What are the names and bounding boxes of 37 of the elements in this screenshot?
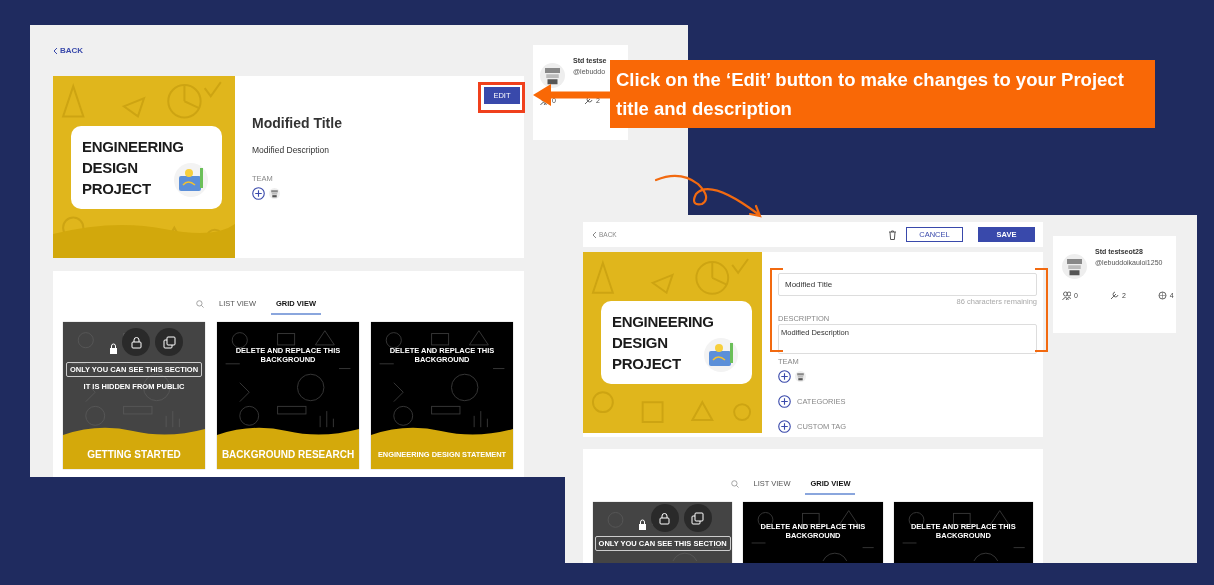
lock-button[interactable] — [122, 328, 150, 356]
title-field[interactable]: Modified Title — [778, 273, 1037, 296]
project-description: Modified Description — [252, 145, 330, 155]
lock-icon — [658, 511, 672, 525]
avatar-icon — [540, 63, 565, 88]
card-title: BACKGROUND RESEARCH — [221, 449, 355, 460]
copy-icon — [162, 335, 176, 349]
wrench-icon — [1109, 291, 1119, 300]
lock-icon — [637, 518, 647, 530]
avatar-icon — [269, 188, 280, 199]
blueprint-icon — [704, 338, 738, 372]
copy-icon — [691, 511, 705, 525]
card-title: GETTING STARTED — [87, 449, 181, 460]
people-icon — [1062, 291, 1071, 300]
globe-icon — [1157, 291, 1167, 300]
lock-icon — [129, 335, 143, 349]
add-icon[interactable] — [778, 370, 791, 383]
add-icon[interactable] — [252, 187, 265, 200]
trash-icon[interactable] — [888, 229, 897, 240]
chevron-icon — [53, 46, 58, 55]
chevron-icon — [592, 230, 597, 239]
copy-button[interactable] — [155, 328, 183, 356]
add-icon[interactable] — [778, 395, 791, 408]
wrench-icon — [583, 96, 593, 105]
lock-icon — [109, 342, 118, 354]
avatar-icon — [1062, 254, 1087, 279]
avatar-icon — [795, 371, 806, 382]
cover-title: ENGINEERING DESIGN PROJECT — [81, 136, 184, 199]
blueprint-icon — [174, 162, 208, 197]
lock-button[interactable] — [650, 504, 679, 532]
cover-title: ENGINEERING DESIGN PROJECT — [611, 312, 714, 374]
callout-text: Click on the ‘Edit’ button to make changes to your Project title and description — [610, 60, 1155, 128]
back-link[interactable]: BACK — [53, 46, 84, 55]
add-icon[interactable] — [778, 420, 791, 433]
copy-button[interactable] — [683, 504, 712, 532]
project-title: Modified Title — [252, 115, 343, 131]
highlight-frame — [478, 82, 525, 113]
